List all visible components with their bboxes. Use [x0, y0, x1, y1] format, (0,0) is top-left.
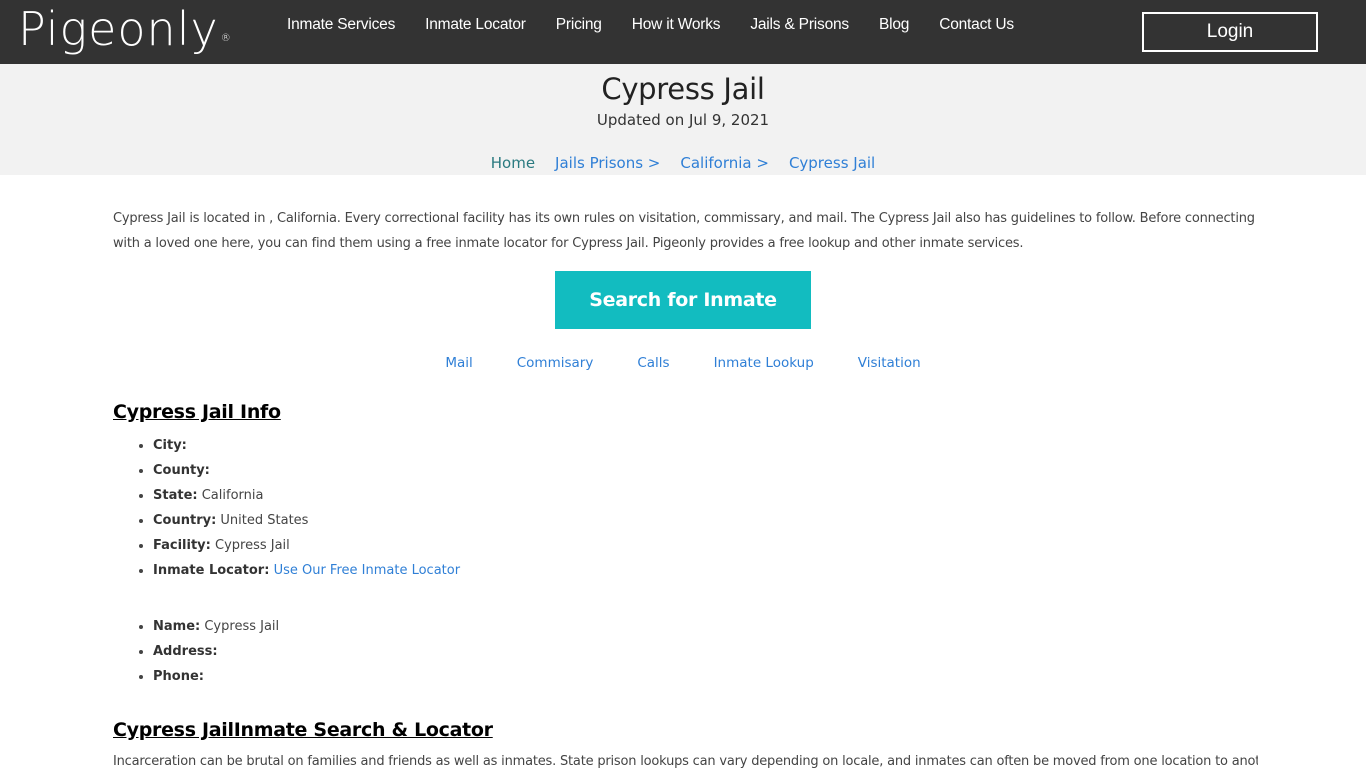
login-button[interactable]: Login [1142, 12, 1318, 52]
facility-info-list: City: County: State: California Country:… [153, 433, 460, 583]
nav-pricing[interactable]: Pricing [556, 14, 602, 36]
breadcrumb-california[interactable]: California > [680, 154, 769, 172]
info-label: Phone: [153, 669, 204, 684]
top-navigation-bar: Pigeonly ® Inmate Services Inmate Locator… [0, 0, 1366, 64]
breadcrumb-cypress-jail[interactable]: Cypress Jail [789, 154, 875, 172]
list-item: Name: Cypress Jail [153, 614, 279, 639]
free-inmate-locator-link[interactable]: Use Our Free Inmate Locator [274, 563, 461, 578]
nav-jails-prisons[interactable]: Jails & Prisons [750, 14, 849, 36]
info-value: Cypress Jail [204, 619, 280, 634]
search-for-inmate-button[interactable]: Search for Inmate [555, 271, 811, 329]
info-value: United States [220, 513, 309, 528]
page-header: Cypress Jail Updated on Jul 9, 2021 Home… [0, 64, 1366, 175]
info-label: Name: [153, 619, 201, 634]
info-label: Address: [153, 644, 218, 659]
info-section-title: Cypress Jail Info [113, 401, 281, 423]
breadcrumb-jails-prisons[interactable]: Jails Prisons > [555, 154, 660, 172]
list-item: Phone: [153, 664, 279, 689]
list-item: County: [153, 458, 460, 483]
page-title: Cypress Jail [601, 72, 765, 106]
main-nav: Inmate Services Inmate Locator Pricing H… [287, 14, 1044, 36]
service-links: Mail Commisary Calls Inmate Lookup Visit… [0, 355, 1366, 371]
logo-text: Pigeonly [18, 2, 219, 56]
updated-date: Updated on Jul 9, 2021 [596, 111, 770, 129]
info-value: Cypress Jail [215, 538, 290, 553]
nav-contact-us[interactable]: Contact Us [939, 14, 1014, 36]
locator-paragraph: Incarceration can be brutal on families … [113, 754, 1258, 769]
list-item: Address: [153, 639, 279, 664]
breadcrumb-home[interactable]: Home [491, 154, 535, 172]
list-item: Country: United States [153, 508, 460, 533]
nav-inmate-locator[interactable]: Inmate Locator [425, 14, 526, 36]
list-item: Inmate Locator: Use Our Free Inmate Loca… [153, 558, 460, 583]
list-item: City: [153, 433, 460, 458]
service-link-visitation[interactable]: Visitation [858, 355, 921, 371]
service-link-commisary[interactable]: Commisary [517, 355, 594, 371]
info-label: Inmate Locator: [153, 563, 270, 578]
nav-blog[interactable]: Blog [879, 14, 909, 36]
info-label: State: [153, 488, 198, 503]
info-label: County: [153, 463, 210, 478]
info-label: City: [153, 438, 187, 453]
facility-contact-list: Name: Cypress Jail Address: Phone: [153, 614, 279, 689]
list-item: State: California [153, 483, 460, 508]
registered-mark: ® [220, 33, 232, 44]
locator-section-title: Cypress JailInmate Search & Locator [113, 719, 493, 741]
nav-inmate-services[interactable]: Inmate Services [287, 14, 395, 36]
service-link-calls[interactable]: Calls [637, 355, 669, 371]
intro-paragraph: Cypress Jail is located in , California.… [113, 211, 1255, 251]
pigeonly-logo[interactable]: Pigeonly ® [18, 0, 232, 64]
service-link-mail[interactable]: Mail [445, 355, 472, 371]
list-item: Facility: Cypress Jail [153, 533, 460, 558]
service-link-inmate-lookup[interactable]: Inmate Lookup [714, 355, 814, 371]
info-label: Country: [153, 513, 217, 528]
breadcrumb: Home Jails Prisons > California > Cypres… [0, 154, 1366, 172]
nav-how-it-works[interactable]: How it Works [632, 14, 721, 36]
info-value: California [201, 488, 264, 503]
info-label: Facility: [153, 538, 211, 553]
